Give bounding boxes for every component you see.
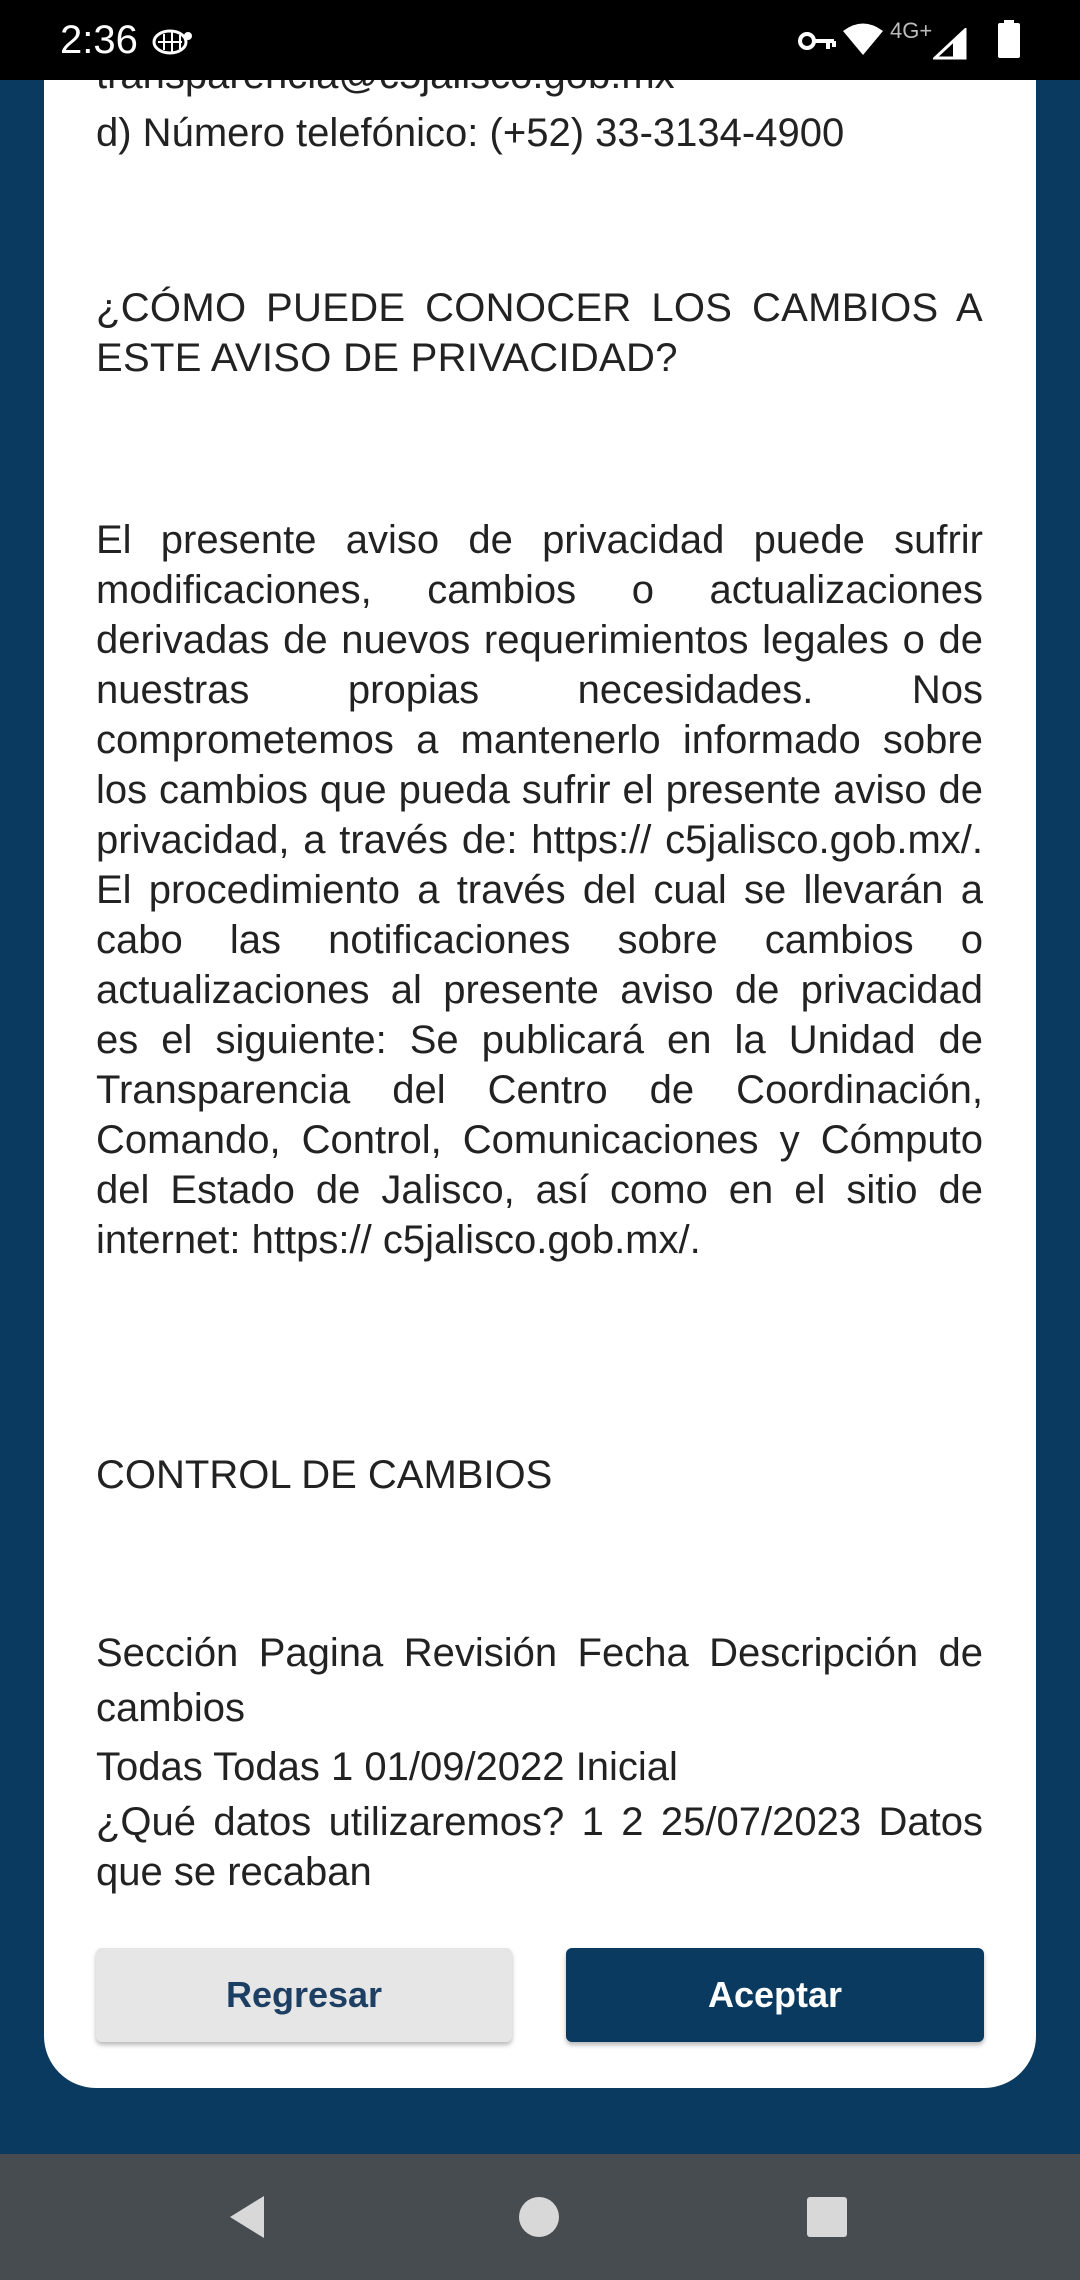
network-type-label: 4G+ (890, 18, 933, 43)
changes-table-row: Todas Todas 1 01/09/2022 Inicial (96, 1745, 678, 1789)
app-notification-icon (152, 29, 192, 55)
changes-table-row: ¿Qué datos utilizaremos? 1 2 25/07/2023 … (96, 1800, 983, 1894)
email-line: transparencia@c5jalisco.gob.mx (96, 80, 675, 100)
recents-nav-icon[interactable] (794, 2184, 860, 2250)
changes-question-heading: ¿CÓMO PUEDE CONOCER LOS CAMBIOS A ESTE A… (96, 286, 983, 380)
notice-paragraph: El presente aviso de privacidad puede su… (96, 518, 983, 1262)
changes-table-header: Sección Pagina Revisión Fecha Descripció… (96, 1631, 983, 1730)
system-navigation-bar (0, 2154, 1080, 2280)
phone-line: d) Número telefónico: (+52) 33-3134-4900 (96, 111, 845, 155)
accept-button[interactable]: Aceptar (566, 1948, 984, 2042)
status-bar: 2:36 4G+ (0, 0, 1080, 80)
home-nav-icon[interactable] (506, 2184, 572, 2250)
vpn-key-icon (798, 32, 836, 50)
privacy-notice-card: transparencia@c5jalisco.gob.mx d) Número… (44, 80, 1036, 2088)
cellular-signal-icon (933, 28, 967, 60)
wifi-icon (843, 23, 883, 55)
control-changes-heading: CONTROL DE CAMBIOS (96, 1453, 553, 1497)
battery-icon (998, 20, 1020, 58)
back-nav-icon[interactable] (216, 2184, 282, 2250)
status-time: 2:36 (60, 18, 138, 62)
back-button[interactable]: Regresar (96, 1948, 512, 2042)
